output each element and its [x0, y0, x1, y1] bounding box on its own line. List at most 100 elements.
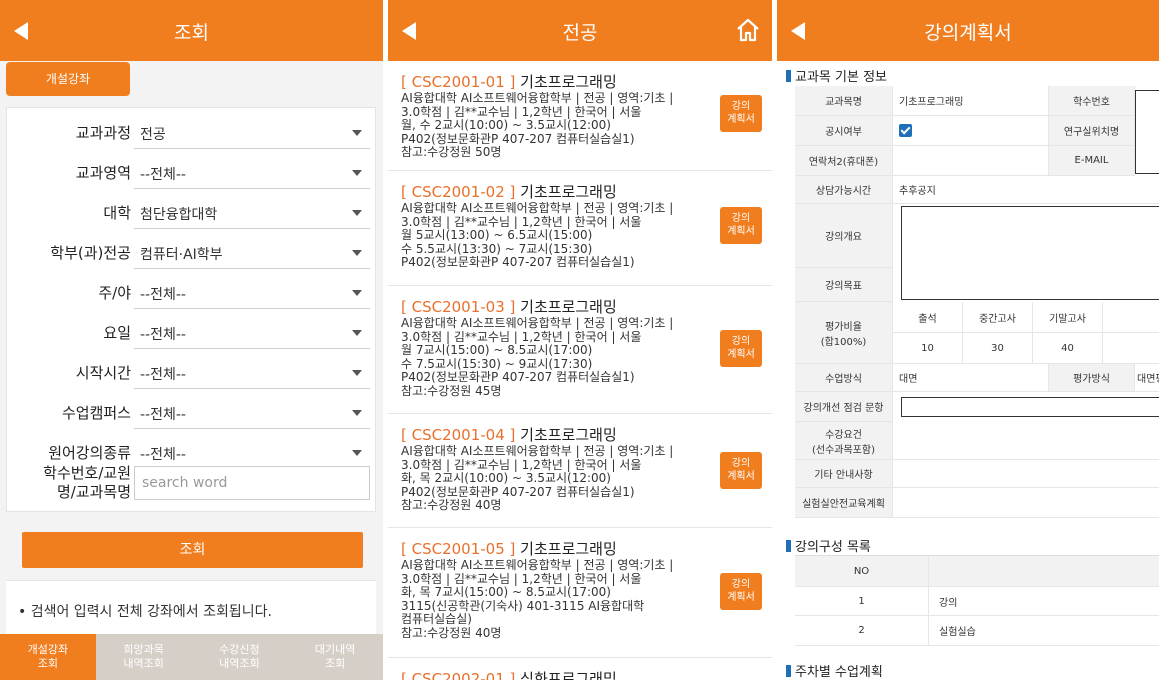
field-row: 교과영역 --전체--: [7, 154, 377, 194]
table-cell: [893, 422, 1159, 460]
section-marker: [786, 70, 791, 82]
table-header: NO: [795, 555, 929, 587]
nav-label: 내역조회: [123, 657, 164, 670]
grading-value: 30: [963, 333, 1033, 364]
field-row: 수업캠퍼스 --전체--: [7, 394, 377, 434]
dropdown-caret-icon: [352, 450, 362, 456]
course-code: [ CSC2001-03 ]: [401, 298, 516, 316]
table-header: 기타 안내사항: [795, 460, 893, 488]
grading-value: [1103, 333, 1159, 364]
improve-input[interactable]: [901, 397, 1159, 417]
day-night-select[interactable]: --전체--: [134, 278, 370, 309]
course-title: [ CSC2001-05 ] 기초프로그래밍: [401, 538, 772, 559]
course-detail: 컴퓨터실습실): [401, 612, 472, 626]
course-item[interactable]: [ CSC2001-05 ] 기초프로그래밍 AI융합대학 AI소프트웨어융합학…: [388, 528, 772, 658]
dropdown-caret-icon: [352, 130, 362, 136]
table-cell: 대면평: [1135, 364, 1159, 392]
course-list-panel: 전공 [ CSC2001-01 ] 기초프로그래밍 AI융합대학 AI소프트웨어…: [388, 0, 772, 680]
search-form: 교과과정 전공 교과영역 --전체-- 대학 첨단융합대학 학부(과)전공 컴퓨…: [6, 107, 376, 512]
course-item[interactable]: [ CSC2002-01 ] 심화프로그래밍: [388, 658, 772, 680]
grading-label: 평가비율: [825, 321, 862, 333]
course-code: [ CSC2001-01 ]: [401, 73, 516, 91]
course-code: [ CSC2002-01 ]: [401, 670, 516, 680]
table-cell: 추후공지: [893, 176, 1159, 204]
table-header: 수업방식: [795, 364, 893, 392]
table-header: 실험실안전교육계획: [795, 488, 893, 518]
dropdown-caret-icon: [352, 330, 362, 336]
curriculum-select[interactable]: 전공: [134, 118, 370, 149]
course-item[interactable]: [ CSC2001-03 ] 기초프로그래밍 AI융합대학 AI소프트웨어융합학…: [388, 286, 772, 414]
course-detail: 화, 목 7교시(15:00) ~ 8.5교시(17:00): [401, 585, 611, 599]
table-header: 교과목명: [795, 86, 893, 116]
field-row: 시작시간 --전체--: [7, 354, 377, 394]
table-header: 수강요건 (선수과목포함): [795, 422, 893, 460]
syllabus-button[interactable]: 강의 계획서: [720, 95, 762, 132]
course-detail: AI융합대학 AI소프트웨어융합학부 | 전공 | 영역:기초 |: [401, 316, 674, 330]
header: 전공: [388, 0, 772, 61]
grading-header: 출석: [893, 302, 963, 333]
table-cell: 강의: [929, 587, 1159, 616]
field-label: 대학: [103, 204, 131, 222]
college-select[interactable]: 첨단융합대학: [134, 198, 370, 229]
prereq-label: (선수과목포함): [811, 444, 875, 456]
nav-waitlist[interactable]: 대기내역 조회: [287, 634, 383, 680]
nav-wishlist[interactable]: 희망과목 내역조회: [95, 634, 192, 680]
nav-registration[interactable]: 수강신청 내역조회: [191, 634, 288, 680]
plan-label: 강의: [731, 213, 751, 224]
course-name: 기초프로그래밍: [520, 183, 617, 201]
select-value: --전체--: [140, 327, 186, 343]
field-label: 주/야: [98, 284, 131, 302]
nav-label: 내역조회: [219, 657, 260, 670]
syllabus-button[interactable]: 강의 계획서: [720, 573, 762, 610]
table-cell: 기초프로그래밍: [893, 86, 1049, 116]
select-value: --전체--: [140, 287, 186, 303]
syllabus-button[interactable]: 강의 계획서: [720, 452, 762, 489]
select-value: --전체--: [140, 447, 186, 463]
course-detail: P402(정보문화관P 407-207 컴퓨터실습실1): [401, 131, 635, 146]
section-weekly: 주차별 수업계획: [786, 661, 883, 680]
grading-header: [1103, 302, 1159, 333]
tab-open-courses[interactable]: 개설강좌: [6, 62, 130, 96]
nav-label: 조회: [325, 657, 346, 670]
syllabus-button[interactable]: 강의 계획서: [720, 330, 762, 367]
nav-open-courses[interactable]: 개설강좌 조회: [0, 634, 96, 680]
select-value: --전체--: [140, 367, 186, 383]
table-cell: [893, 488, 1159, 518]
section-title: 주차별 수업계획: [795, 665, 883, 680]
course-item[interactable]: [ CSC2001-02 ] 기초프로그래밍 AI융합대학 AI소프트웨어융합학…: [388, 171, 772, 286]
dropdown-caret-icon: [352, 210, 362, 216]
syllabus-button[interactable]: 강의계획서: [720, 207, 762, 244]
search-button[interactable]: 조회: [22, 532, 363, 568]
field-label: 교과영역: [75, 164, 131, 182]
course-item[interactable]: [ CSC2001-01 ] 기초프로그래밍 AI융합대학 AI소프트웨어융합학…: [388, 61, 772, 171]
table-cell: 1: [795, 587, 929, 616]
field-label: 학부(과)전공: [50, 244, 131, 262]
weekday-select[interactable]: --전체--: [134, 318, 370, 349]
course-detail: P402(정보문화관P 407-207 컴퓨터실습실1): [401, 255, 635, 269]
course-name: 기초프로그래밍: [520, 426, 617, 444]
department-select[interactable]: 컴퓨터·AI학부: [134, 238, 370, 269]
select-value: --전체--: [140, 167, 186, 183]
course-detail: P402(정보문화관P 407-207 컴퓨터실습실1): [401, 370, 635, 384]
section-title: 강의구성 목록: [795, 540, 871, 555]
info-textbox[interactable]: [1135, 90, 1159, 174]
course-item[interactable]: [ CSC2001-04 ] 기초프로그래밍 AI융합대학 AI소프트웨어융합학…: [388, 414, 772, 528]
checkbox-checked-icon[interactable]: [899, 124, 912, 137]
header: 조회: [0, 0, 383, 61]
start-time-select[interactable]: --전체--: [134, 358, 370, 389]
plan-label: 계획서: [727, 226, 755, 237]
table-cell: [893, 460, 1159, 488]
home-icon[interactable]: [734, 16, 762, 44]
course-detail: 3.0학점 | 김**교수님 | 1,2학년 | 한국어 | 서울: [401, 457, 642, 472]
table-cell: 2: [795, 616, 929, 646]
dropdown-caret-icon: [352, 290, 362, 296]
dropdown-caret-icon: [352, 410, 362, 416]
section-title: 교과목 기본 정보: [795, 70, 887, 85]
area-select[interactable]: --전체--: [134, 158, 370, 189]
overview-textarea[interactable]: [901, 206, 1159, 300]
search-panel: 조회 개설강좌 교과과정 전공 교과영역 --전체-- 대학 첨단융합대학 학부…: [0, 0, 383, 680]
campus-select[interactable]: --전체--: [134, 398, 370, 429]
search-input[interactable]: [134, 466, 370, 500]
search-note: • 검색어 입력시 전체 강좌에서 조회됩니다.: [6, 580, 376, 634]
course-title: [ CSC2002-01 ] 심화프로그래밍: [401, 668, 772, 680]
